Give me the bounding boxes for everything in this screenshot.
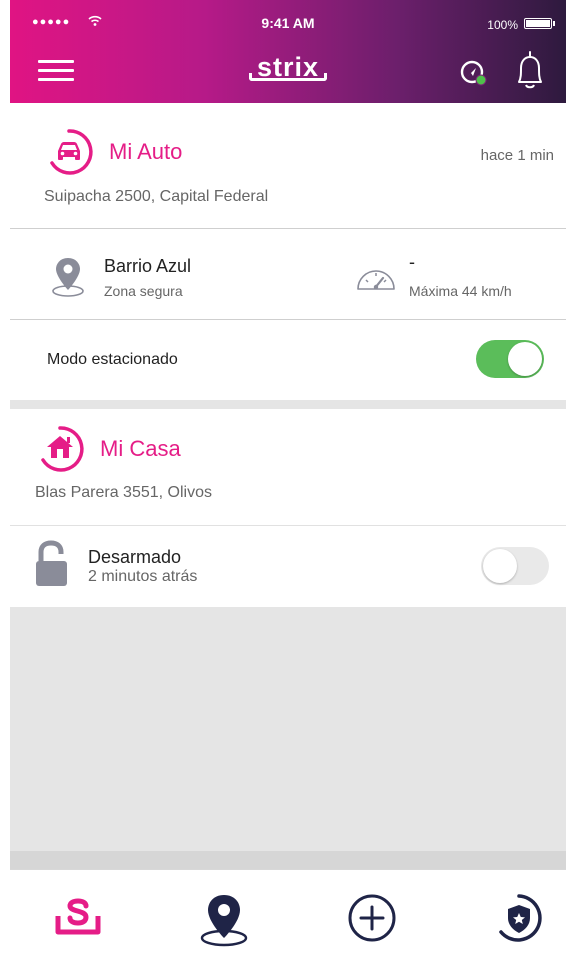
nav-home[interactable]: [50, 892, 101, 942]
casa-address: Blas Parera 3551, Olivos: [35, 484, 212, 501]
zone-label: Zona segura: [104, 283, 183, 299]
divider: [10, 228, 566, 229]
nav-security[interactable]: [492, 892, 542, 942]
speedometer-icon: [357, 270, 395, 290]
auto-address: Suipacha 2500, Capital Federal: [44, 188, 269, 205]
divider: [10, 319, 566, 320]
bell-icon: [518, 51, 542, 89]
status-bar: ●●●●● 9:41 AM 100%: [10, 0, 566, 40]
battery-icon: [524, 18, 552, 29]
alarm-state: Desarmado: [88, 547, 182, 567]
location-icon: [200, 895, 248, 947]
battery-percent: 100%: [487, 18, 518, 32]
divider: [10, 525, 566, 526]
location-pin-icon: [52, 258, 84, 297]
app-header: ●●●●● 9:41 AM 100% strix: [10, 0, 566, 103]
unlocked-padlock-icon: [36, 540, 67, 586]
parking-mode-toggle[interactable]: [476, 340, 544, 378]
app-screen: ●●●●● 9:41 AM 100% strix Mi Auto hace 1 …: [10, 0, 566, 966]
add-icon: [348, 894, 396, 942]
battery-nub: [553, 21, 555, 26]
home-icon: [55, 898, 101, 935]
alarm-toggle[interactable]: [481, 547, 549, 585]
speed-value: -: [409, 252, 415, 272]
parking-mode-label: Modo estacionado: [47, 351, 178, 368]
bottom-shade: [10, 851, 566, 869]
speed-limit-label: Máxima 44 km/h: [409, 283, 512, 299]
nav-add[interactable]: [346, 892, 396, 942]
driving-mode-button[interactable]: [456, 56, 490, 90]
home-alarm-icon: [41, 426, 84, 472]
logo-bracket: [248, 73, 328, 81]
status-time: 9:41 AM: [261, 15, 315, 31]
casa-title-row[interactable]: Mi Casa: [35, 424, 181, 474]
zone-name: Barrio Azul: [104, 256, 192, 276]
alarm-state-time: 2 minutos atrás: [88, 568, 198, 585]
section-gap: [10, 400, 566, 409]
casa-title: Mi Casa: [100, 436, 181, 461]
notifications-button[interactable]: [510, 48, 550, 92]
bottom-navigation: [10, 869, 566, 966]
toggle-knob: [508, 342, 542, 376]
auto-title-row[interactable]: Mi Auto: [44, 127, 182, 177]
nav-location[interactable]: [198, 892, 248, 947]
car-icon: [50, 129, 93, 175]
auto-title: Mi Auto: [109, 139, 183, 164]
driving-mode-icon: [460, 60, 487, 86]
security-icon: [499, 894, 542, 942]
empty-area: [10, 607, 566, 869]
auto-updated-time: hace 1 min: [480, 147, 554, 164]
toggle-knob: [483, 549, 517, 583]
